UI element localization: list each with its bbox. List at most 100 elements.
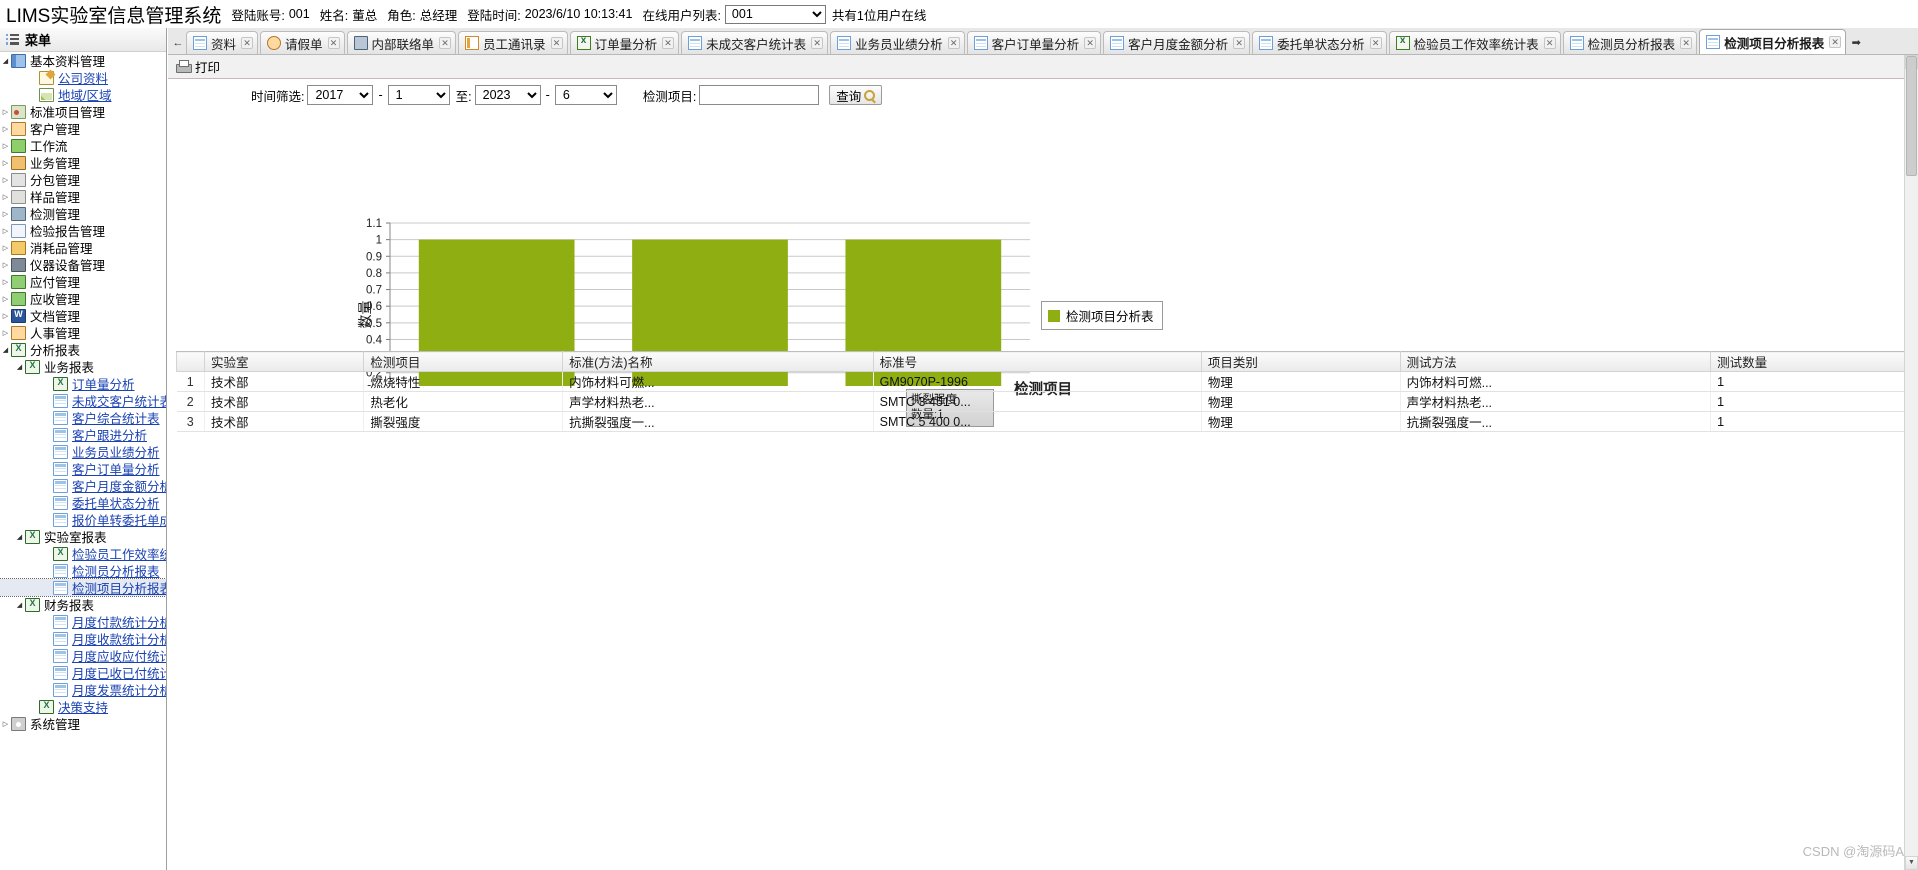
chevron-closed-icon[interactable] bbox=[0, 312, 11, 320]
vertical-scrollbar[interactable]: ▲ ▼ bbox=[1904, 55, 1918, 870]
tabs-scroll-right-icon[interactable]: ➡ bbox=[1848, 31, 1864, 54]
tab-close-icon[interactable]: ✕ bbox=[1680, 37, 1693, 49]
tab-2[interactable]: 内部联络单 ✕ bbox=[346, 31, 457, 54]
chevron-closed-icon[interactable] bbox=[0, 108, 11, 116]
sidebar-item-25[interactable]: 客户月度金额分析 bbox=[0, 477, 166, 494]
sidebar-item-27[interactable]: 报价单转委托单成功率 bbox=[0, 511, 166, 528]
sidebar-item-3[interactable]: 标准项目管理 bbox=[0, 103, 166, 120]
sidebar-item-13[interactable]: 应付管理 bbox=[0, 273, 166, 290]
year-to-select[interactable]: 2023 bbox=[474, 85, 541, 105]
chevron-open-icon[interactable] bbox=[14, 533, 25, 541]
tab-12[interactable]: 检测项目分析报表 ✕ bbox=[1699, 29, 1847, 54]
sidebar-item-16[interactable]: 人事管理 bbox=[0, 324, 166, 341]
tab-0[interactable]: 资料 ✕ bbox=[186, 31, 259, 54]
sidebar-item-23[interactable]: 业务员业绩分析 bbox=[0, 443, 166, 460]
chevron-open-icon[interactable] bbox=[14, 601, 25, 609]
tab-close-icon[interactable]: ✕ bbox=[439, 37, 452, 49]
sidebar-item-32[interactable]: 财务报表 bbox=[0, 596, 166, 613]
sidebar-item-37[interactable]: 月度发票统计分析 bbox=[0, 681, 166, 698]
chevron-open-icon[interactable] bbox=[0, 57, 11, 65]
sidebar-item-24[interactable]: 客户订单量分析 bbox=[0, 460, 166, 477]
tab-9[interactable]: 委托单状态分析 ✕ bbox=[1252, 31, 1387, 54]
sidebar-item-35[interactable]: 月度应收应付统计 bbox=[0, 647, 166, 664]
sidebar-item-28[interactable]: 实验室报表 bbox=[0, 528, 166, 545]
table-body[interactable]: 1 技术部 燃烧特性 内饰材料可燃... GM9070P-1996 物理 内饰材料可燃...… bbox=[176, 371, 1910, 432]
sidebar-item-11[interactable]: 消耗品管理 bbox=[0, 239, 166, 256]
tab-7[interactable]: 客户订单量分析 ✕ bbox=[966, 31, 1102, 54]
sidebar-item-39[interactable]: 系统管理 bbox=[0, 715, 166, 732]
table-header-cell-1[interactable]: 实验室 bbox=[203, 351, 365, 372]
table-row[interactable]: 2 技术部 热老化 声学材料热老... SMTC 3 451 0... 物理 声学材料热老.… bbox=[176, 391, 1910, 412]
sidebar-item-29[interactable]: 检验员工作效率统计表 bbox=[0, 545, 166, 562]
chevron-closed-icon[interactable] bbox=[0, 125, 11, 133]
sidebar-item-5[interactable]: 工作流 bbox=[0, 137, 166, 154]
tab-close-icon[interactable]: ✕ bbox=[1084, 37, 1097, 49]
chevron-closed-icon[interactable] bbox=[0, 176, 11, 184]
sidebar-item-38[interactable]: 决策支持 bbox=[0, 698, 166, 715]
sidebar-item-20[interactable]: 未成交客户统计表 bbox=[0, 392, 166, 409]
chevron-closed-icon[interactable] bbox=[0, 244, 11, 252]
test-item-input[interactable] bbox=[699, 85, 820, 105]
table-header-cell-6[interactable]: 测试方法 bbox=[1399, 351, 1712, 372]
chevron-closed-icon[interactable] bbox=[0, 227, 11, 235]
tab-close-icon[interactable]: ✕ bbox=[811, 37, 824, 49]
tab-close-icon[interactable]: ✕ bbox=[550, 37, 563, 49]
chevron-open-icon[interactable] bbox=[14, 363, 25, 371]
chevron-closed-icon[interactable] bbox=[0, 159, 11, 167]
sidebar-item-15[interactable]: 文档管理 bbox=[0, 307, 166, 324]
sidebar-item-8[interactable]: 样品管理 bbox=[0, 188, 166, 205]
sidebar-item-21[interactable]: 客户综合统计表 bbox=[0, 409, 166, 426]
sidebar-item-34[interactable]: 月度收款统计分析 bbox=[0, 630, 166, 647]
tab-8[interactable]: 客户月度金额分析 ✕ bbox=[1103, 31, 1251, 54]
month-to-select[interactable]: 6 bbox=[554, 85, 617, 105]
sidebar-item-2[interactable]: 地域/区域 bbox=[0, 86, 166, 103]
tab-close-icon[interactable]: ✕ bbox=[241, 37, 254, 49]
table-header-cell-3[interactable]: 标准(方法)名称 bbox=[562, 351, 874, 372]
tab-10[interactable]: 检验员工作效率统计表 ✕ bbox=[1388, 31, 1561, 54]
query-button[interactable]: 查询 bbox=[829, 85, 883, 105]
tab-close-icon[interactable]: ✕ bbox=[1233, 37, 1246, 49]
sidebar-item-4[interactable]: 客户管理 bbox=[0, 120, 166, 137]
table-header-cell-4[interactable]: 标准号 bbox=[872, 351, 1202, 372]
tab-close-icon[interactable]: ✕ bbox=[947, 37, 960, 49]
tab-6[interactable]: 业务员业绩分析 ✕ bbox=[830, 31, 965, 54]
sidebar-item-0[interactable]: 基本资料管理 bbox=[0, 52, 166, 69]
scroll-down-icon[interactable]: ▼ bbox=[1905, 856, 1918, 870]
sidebar-tree[interactable]: 基本资料管理公司资料地域/区域标准项目管理客户管理工作流业务管理分包管理样品管理… bbox=[0, 52, 166, 732]
sidebar-item-9[interactable]: 检测管理 bbox=[0, 205, 166, 222]
tab-1[interactable]: 请假单 ✕ bbox=[260, 31, 345, 54]
table-header-cell-5[interactable]: 项目类别 bbox=[1200, 351, 1401, 372]
tab-5[interactable]: 未成交客户统计表 ✕ bbox=[681, 31, 829, 54]
sidebar-item-1[interactable]: 公司资料 bbox=[0, 69, 166, 86]
table-row[interactable]: 3 技术部 撕裂强度 抗撕裂强度一... SMTC 5 400 0... 物理 抗撕裂强度一… bbox=[176, 411, 1910, 432]
sidebar-item-22[interactable]: 客户跟进分析 bbox=[0, 426, 166, 443]
sidebar-item-33[interactable]: 月度付款统计分析 bbox=[0, 613, 166, 630]
print-button[interactable]: 打印 bbox=[195, 57, 220, 76]
sidebar-item-18[interactable]: 业务报表 bbox=[0, 358, 166, 375]
sidebar-item-36[interactable]: 月度已收已付统计 bbox=[0, 664, 166, 681]
tabs-scroll-left-icon[interactable]: ← bbox=[170, 31, 186, 54]
sidebar-item-26[interactable]: 委托单状态分析 bbox=[0, 494, 166, 511]
table-header-cell-2[interactable]: 检测项目 bbox=[363, 351, 564, 372]
chevron-closed-icon[interactable] bbox=[0, 720, 11, 728]
sidebar-item-7[interactable]: 分包管理 bbox=[0, 171, 166, 188]
tab-close-icon[interactable]: ✕ bbox=[1829, 36, 1842, 48]
tab-close-icon[interactable]: ✕ bbox=[327, 37, 340, 49]
scrollbar-thumb[interactable] bbox=[1906, 56, 1917, 176]
sidebar-item-31[interactable]: 检测项目分析报表 bbox=[0, 578, 166, 597]
online-users-select[interactable]: 001 bbox=[724, 4, 826, 24]
chevron-closed-icon[interactable] bbox=[0, 278, 11, 286]
tab-close-icon[interactable]: ✕ bbox=[1369, 37, 1382, 49]
chevron-closed-icon[interactable] bbox=[0, 193, 11, 201]
month-from-select[interactable]: 1 bbox=[387, 85, 450, 105]
chevron-closed-icon[interactable] bbox=[0, 295, 11, 303]
table-row[interactable]: 1 技术部 燃烧特性 内饰材料可燃... GM9070P-1996 物理 内饰材料可燃...… bbox=[176, 371, 1910, 392]
tab-bar[interactable]: ← 资料✕请假单✕内部联络单✕员工通讯录✕订单量分析✕未成交客户统计表✕业务员业… bbox=[168, 28, 1918, 55]
tab-4[interactable]: 订单量分析 ✕ bbox=[569, 31, 680, 54]
sidebar-item-10[interactable]: 检验报告管理 bbox=[0, 222, 166, 239]
sidebar-item-30[interactable]: 检测员分析报表 bbox=[0, 562, 166, 579]
tab-close-icon[interactable]: ✕ bbox=[1543, 37, 1556, 49]
tab-11[interactable]: 检测员分析报表 ✕ bbox=[1562, 31, 1698, 54]
sidebar-item-17[interactable]: 分析报表 bbox=[0, 341, 166, 358]
chevron-open-icon[interactable] bbox=[0, 346, 11, 354]
